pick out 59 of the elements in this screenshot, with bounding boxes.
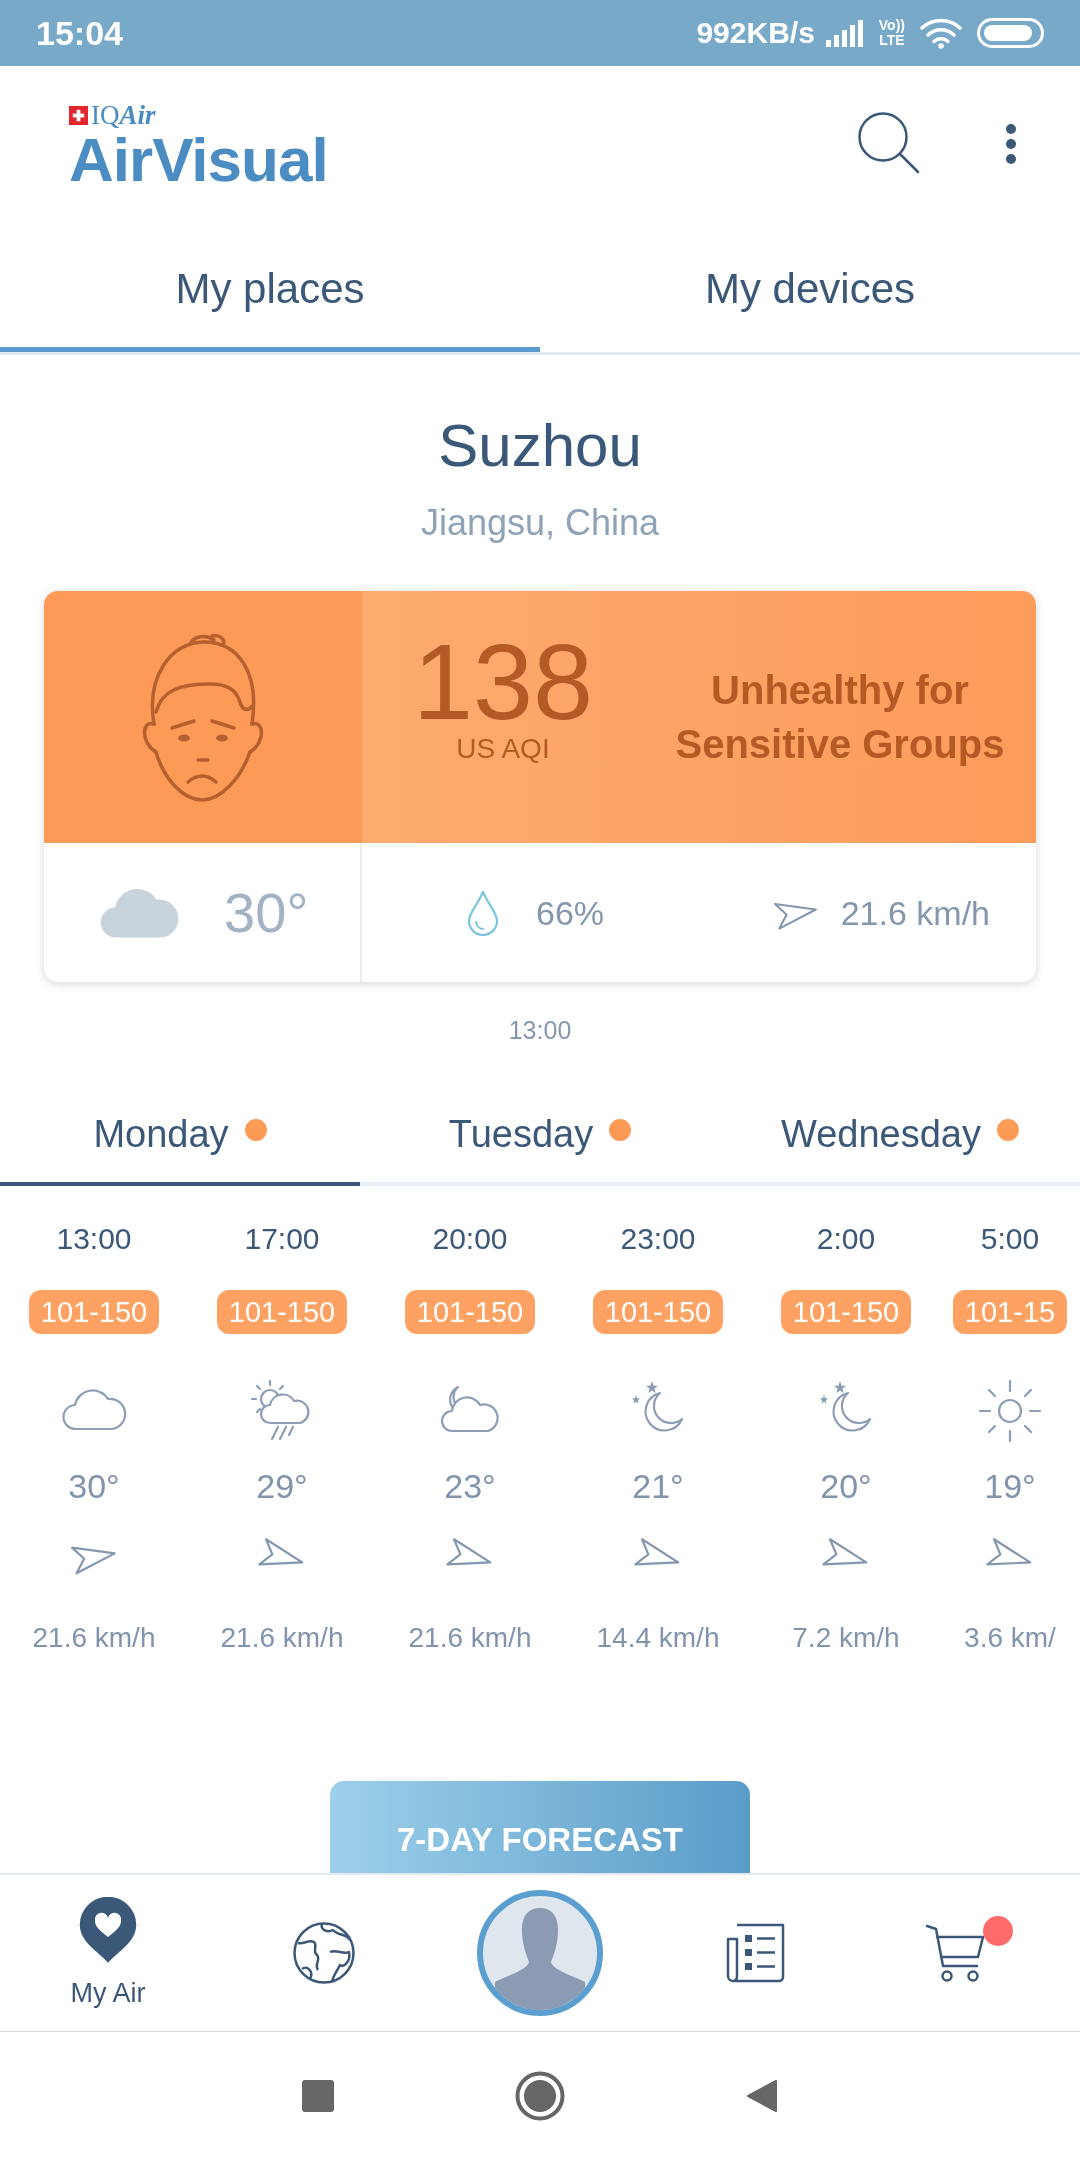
aqi-range-badge: 101-150 (28, 1290, 160, 1334)
wind-speed-value: 14.4 km/h (596, 1621, 720, 1655)
menu-icon[interactable] (1005, 124, 1017, 164)
volte-label: Vo)) (878, 18, 905, 33)
temperature-value: 20° (820, 1466, 872, 1507)
wind-speed-value: 21.6 km/h (32, 1621, 156, 1655)
temperature-value: 19° (984, 1466, 1036, 1507)
aqi-value: 138 (412, 634, 594, 730)
aqi-range-badge: 101-15 (952, 1290, 1068, 1334)
temperature-value: 29° (256, 1466, 308, 1507)
wind-speed-value: 21.6 km/h (840, 895, 990, 930)
day-tab[interactable]: Tuesday (360, 1076, 720, 1186)
wind-speed-value: 21.6 km/h (220, 1621, 344, 1655)
updated-time: 13:00 (507, 1015, 573, 1046)
battery-icon (977, 18, 1044, 48)
temperature-value: 23° (444, 1466, 496, 1507)
heart-pin-icon (79, 1897, 137, 1963)
network-speed: 992KB/s (696, 18, 815, 48)
hour-label: 5:00 (980, 1221, 1040, 1257)
wind-speed-value: 21.6 km/h (408, 1621, 532, 1655)
city-name: Suzhou (437, 411, 643, 481)
aqi-range-badge: 101-150 (592, 1290, 724, 1334)
region-name: Jiangsu, China (419, 501, 661, 545)
aqi-range-badge: 101-150 (780, 1290, 912, 1334)
temperature-value: 30° (68, 1466, 120, 1507)
tab[interactable]: My devices (540, 230, 1080, 352)
aqi-category-label: Unhealthy for Sensitive Groups (674, 667, 1006, 768)
app-logo-text: AirVisual (69, 132, 328, 188)
water-drop-icon (466, 889, 500, 936)
wifi-icon (919, 17, 963, 49)
profile-avatar[interactable] (477, 1890, 603, 2016)
hour-label: 17:00 (244, 1221, 320, 1257)
signal-icon (824, 19, 865, 47)
sun-icon (976, 1377, 1044, 1445)
globe-icon[interactable] (292, 1921, 356, 1985)
back-icon[interactable] (746, 2078, 778, 2114)
wind-speed-value: 7.2 km/h (792, 1621, 900, 1655)
hour-label: 20:00 (432, 1221, 508, 1257)
swiss-flag-icon (69, 106, 88, 125)
day-tab[interactable]: Monday (0, 1076, 360, 1186)
temperature-value: 21° (632, 1466, 684, 1507)
newspaper-icon[interactable] (725, 1922, 787, 1984)
aqi-unit-label: US AQI (456, 734, 550, 764)
hour-label: 2:00 (816, 1221, 876, 1257)
home-icon[interactable] (515, 2071, 565, 2121)
day-tab[interactable]: Wednesday (720, 1076, 1080, 1186)
humidity-value: 66% (536, 895, 605, 930)
hour-label: 23:00 (620, 1221, 696, 1257)
lte-label: LTE (879, 33, 905, 48)
nav-tab[interactable]: My Air (70, 1897, 146, 2009)
aqi-range-badge: 101-150 (216, 1290, 348, 1334)
temperature-value: 30° (224, 884, 309, 941)
search-icon[interactable] (856, 110, 920, 174)
shopping-cart-icon[interactable] (925, 1922, 987, 1984)
status-time: 15:04 (36, 16, 123, 50)
brand-label: IQAir (91, 102, 156, 129)
aqi-range-badge: 101-150 (404, 1290, 536, 1334)
hour-label: 13:00 (56, 1221, 132, 1257)
wind-speed-value: 3.6 km/ (964, 1621, 1056, 1655)
